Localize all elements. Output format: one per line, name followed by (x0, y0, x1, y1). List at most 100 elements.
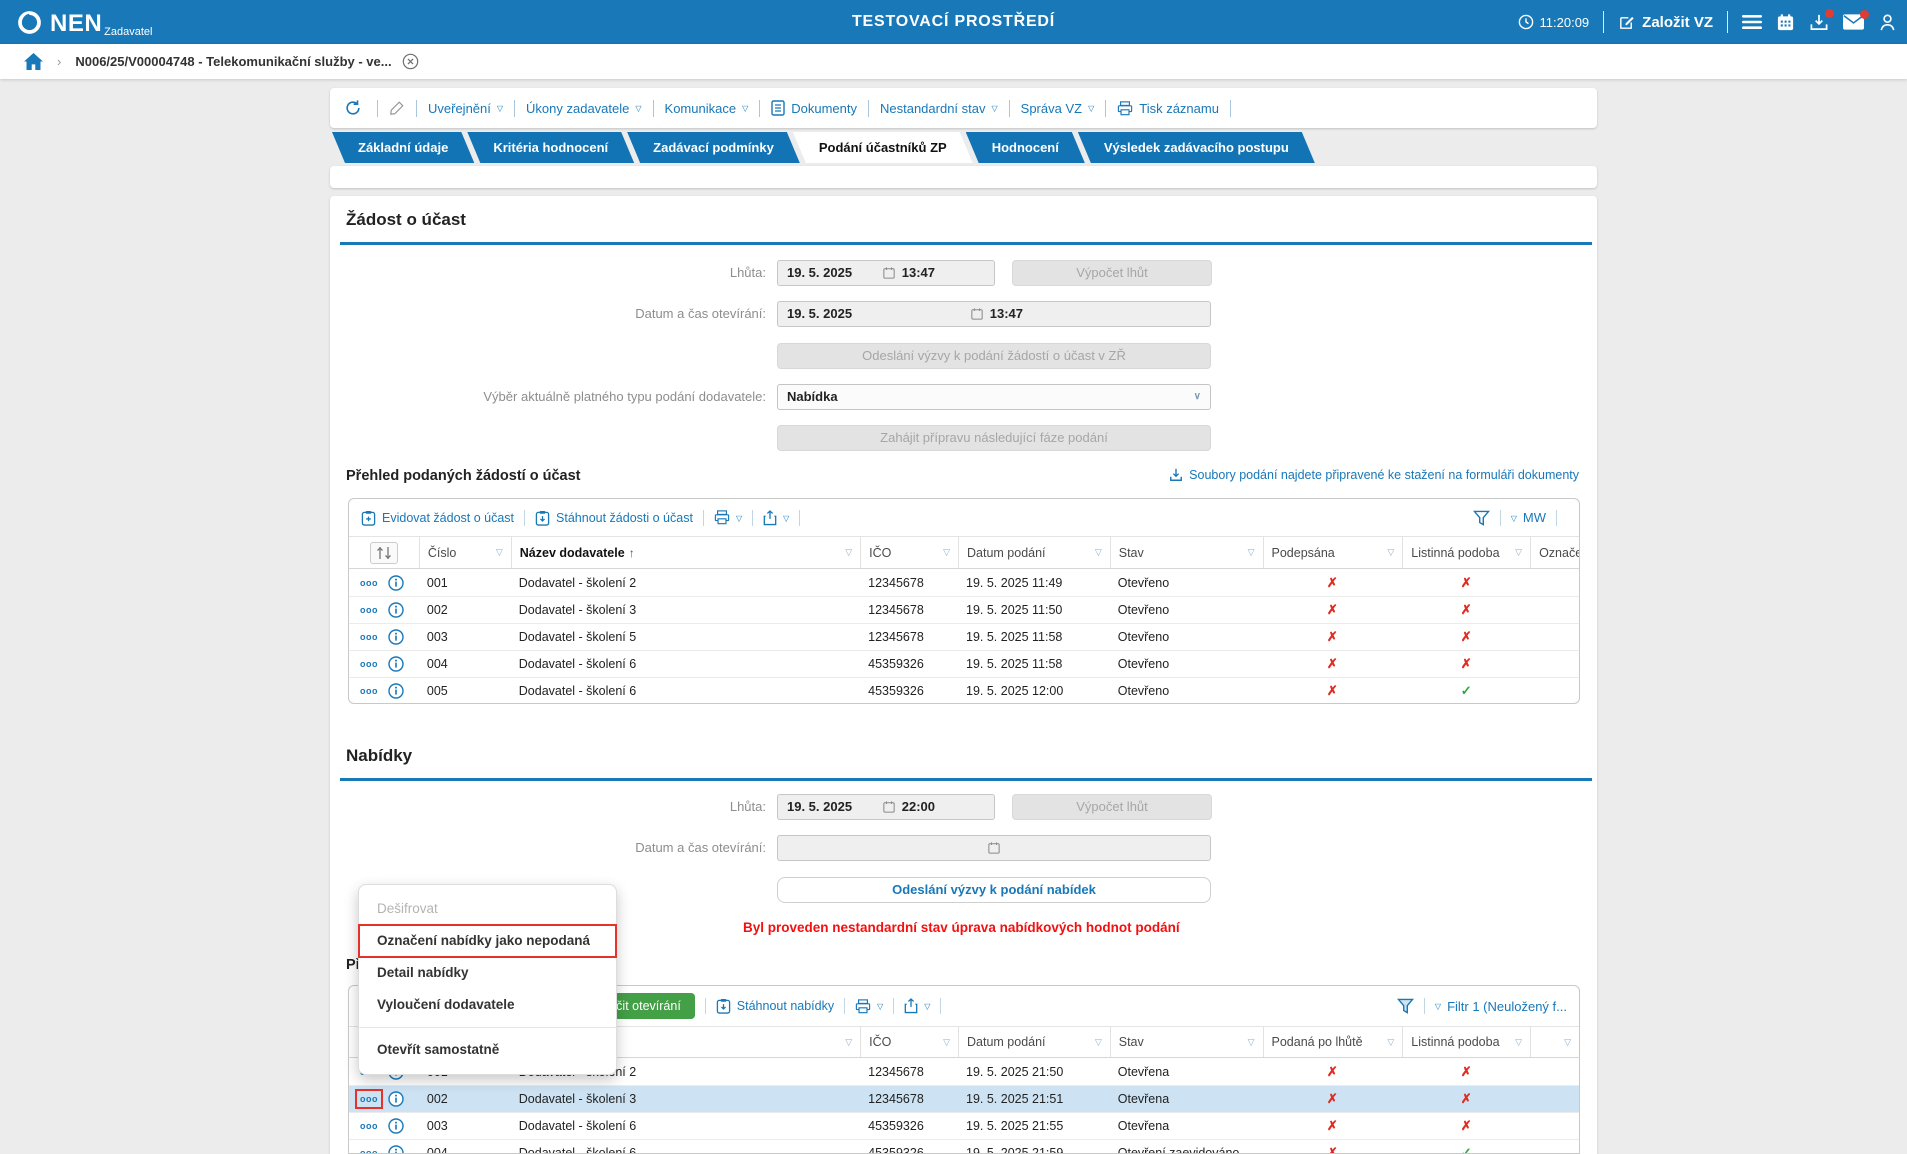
export-table-button[interactable]: ▽ (904, 998, 930, 1014)
table-row[interactable]: ooo001Dodavatel - školení 21234567819. 5… (349, 569, 1579, 596)
stahnout-zadosti-button[interactable]: Stáhnout žádosti o účast (535, 510, 693, 526)
column-header-1[interactable]: Číslo▽ (419, 537, 511, 568)
filter-selector[interactable]: ▽ Filtr 1 (Neuložený f... (1435, 999, 1567, 1014)
column-header-8[interactable]: Označe▽ (1530, 537, 1579, 568)
refresh-icon[interactable] (344, 99, 362, 117)
column-filter-icon[interactable]: ▽ (937, 1037, 950, 1048)
column-header-5[interactable]: Stav▽ (1110, 1027, 1263, 1057)
column-filter-icon[interactable]: ▽ (1509, 1037, 1522, 1048)
tab-0[interactable]: Základní údaje (332, 132, 474, 163)
column-header-6[interactable]: Podaná po lhůtě▽ (1263, 1027, 1403, 1057)
row-menu-icon[interactable]: ooo (357, 575, 381, 591)
vypocet-lhut-button[interactable]: Výpočet lhůt (1012, 794, 1212, 820)
column-header-8[interactable]: ▽ (1530, 1027, 1579, 1057)
table-row[interactable]: ooo003Dodavatel - školení 51234567819. 5… (349, 623, 1579, 650)
menu-icon[interactable] (1742, 14, 1762, 30)
oteviranni-datetime-input[interactable]: 19. 5. 2025 13:47 (777, 301, 1211, 327)
column-header-7[interactable]: Listinná podoba▽ (1402, 537, 1530, 568)
row-info-icon[interactable] (388, 629, 404, 645)
tab-2[interactable]: Zadávací podmínky (627, 132, 800, 163)
nabidky-oteviranni-input[interactable] (777, 835, 1211, 861)
calendar-small-icon[interactable] (883, 267, 895, 279)
column-filter-icon[interactable]: ▽ (1242, 1037, 1255, 1048)
zahajit-pripravu-button[interactable]: Zahájit přípravu následující fáze podání (777, 425, 1211, 451)
column-filter-icon[interactable]: ▽ (1089, 1037, 1102, 1048)
user-profile-icon[interactable] (1878, 13, 1897, 32)
vypocet-lhut-button[interactable]: Výpočet lhůt (1012, 260, 1212, 286)
calendar-icon[interactable] (1776, 13, 1795, 32)
column-header-4[interactable]: Datum podání▽ (958, 537, 1110, 568)
nabidky-lhuta-datetime-input[interactable]: 19. 5. 2025 22:00 (777, 794, 995, 820)
row-menu-icon[interactable]: ooo (357, 629, 381, 645)
table-row[interactable]: ooo002Dodavatel - školení 31234567819. 5… (349, 596, 1579, 623)
row-menu-icon[interactable]: ooo (357, 683, 381, 699)
toolbar-item-uverejneni[interactable]: Uveřejnění▽ (428, 101, 503, 116)
row-info-icon[interactable] (388, 1091, 404, 1107)
toolbar-item-nestandardni-stav[interactable]: Nestandardní stav▽ (880, 101, 998, 116)
tab-3[interactable]: Podání účastníků ZP (793, 132, 973, 163)
column-filter-icon[interactable]: ▽ (1381, 547, 1394, 558)
table-row[interactable]: ooo004Dodavatel - školení 64535932619. 5… (349, 1139, 1579, 1154)
context-menu-item-4[interactable]: Otevřít samostatně (359, 1034, 616, 1066)
create-vz-button[interactable]: Založit VZ (1618, 14, 1713, 31)
column-filter-icon[interactable]: ▽ (1558, 1037, 1571, 1048)
pencil-icon[interactable] (389, 100, 405, 116)
calendar-small-icon[interactable] (971, 308, 983, 320)
print-table-button[interactable]: ▽ (714, 510, 742, 525)
table-row[interactable]: ooo005Dodavatel - školení 64535932619. 5… (349, 677, 1579, 704)
row-info-icon[interactable] (388, 1145, 404, 1154)
home-icon[interactable] (24, 53, 43, 70)
table-row[interactable]: ooo004Dodavatel - školení 64535932619. 5… (349, 650, 1579, 677)
row-menu-icon[interactable]: ooo (357, 1091, 381, 1107)
typ-podani-select[interactable]: Nabídka ∨ (777, 384, 1211, 410)
toolbar-item-komunikace[interactable]: Komunikace▽ (665, 101, 749, 116)
table-row[interactable]: ooo003Dodavatel - školení 64535932619. 5… (349, 1112, 1579, 1139)
column-header-3[interactable]: IČO▽ (860, 537, 958, 568)
tab-1[interactable]: Kritéria hodnocení (467, 132, 634, 163)
row-info-icon[interactable] (388, 683, 404, 699)
filter-funnel-icon[interactable] (1397, 998, 1414, 1014)
odeslani-vyzvy-nabidek-button[interactable]: Odeslání výzvy k podání nabídek (777, 877, 1211, 903)
column-filter-icon[interactable]: ▽ (839, 547, 852, 558)
column-filter-icon[interactable]: ▽ (1242, 547, 1255, 558)
row-menu-icon[interactable]: ooo (357, 602, 381, 618)
row-info-icon[interactable] (388, 575, 404, 591)
column-filter-icon[interactable]: ▽ (1089, 547, 1102, 558)
column-settings-icon[interactable] (349, 537, 419, 568)
row-menu-icon[interactable]: ooo (357, 1145, 381, 1154)
breadcrumb-item[interactable]: N006/25/V00004748 - Telekomunikační služ… (75, 54, 391, 69)
calendar-small-icon[interactable] (883, 801, 895, 813)
print-table-button[interactable]: ▽ (855, 999, 883, 1014)
row-info-icon[interactable] (388, 656, 404, 672)
column-header-2[interactable]: Název dodavatele↑▽ (511, 537, 860, 568)
row-info-icon[interactable] (388, 1118, 404, 1134)
context-menu-item-3[interactable]: Vyloučení dodavatele (359, 989, 616, 1021)
row-info-icon[interactable] (388, 602, 404, 618)
context-menu-item-0[interactable]: Dešifrovat (359, 893, 616, 925)
close-record-icon[interactable] (402, 53, 419, 70)
view-selector[interactable]: ▽ MW (1511, 510, 1546, 525)
column-filter-icon[interactable]: ▽ (1381, 1037, 1394, 1048)
messages-icon[interactable] (1843, 14, 1864, 30)
column-header-3[interactable]: IČO▽ (860, 1027, 958, 1057)
toolbar-item-dokumenty[interactable]: Dokumenty (771, 100, 857, 116)
toolbar-item-tisk-zaznamu[interactable]: Tisk záznamu (1117, 101, 1219, 116)
row-menu-icon[interactable]: ooo (357, 656, 381, 672)
filter-funnel-icon[interactable] (1473, 510, 1490, 526)
column-filter-icon[interactable]: ▽ (937, 547, 950, 558)
column-filter-icon[interactable]: ▽ (839, 1037, 852, 1048)
context-menu-item-1[interactable]: Označení nabídky jako nepodaná (359, 925, 616, 957)
odeslani-vyzvy-zadosti-button[interactable]: Odeslání výzvy k podání žádostí o účast … (777, 343, 1211, 369)
export-table-button[interactable]: ▽ (763, 510, 789, 526)
column-header-4[interactable]: Datum podání▽ (958, 1027, 1110, 1057)
toolbar-item-sprava-vz[interactable]: Správa VZ▽ (1021, 101, 1095, 116)
lhuta-datetime-input[interactable]: 19. 5. 2025 13:47 (777, 260, 995, 286)
calendar-small-icon[interactable] (988, 842, 1000, 854)
inbox-download-icon[interactable] (1809, 13, 1829, 32)
stahnout-nabidky-button[interactable]: Stáhnout nabídky (716, 998, 834, 1014)
column-header-6[interactable]: Podepsána▽ (1263, 537, 1403, 568)
tab-4[interactable]: Hodnocení (966, 132, 1085, 163)
column-header-5[interactable]: Stav▽ (1110, 537, 1263, 568)
toolbar-item-ukony-zadavatele[interactable]: Úkony zadavatele▽ (526, 101, 642, 116)
row-menu-icon[interactable]: ooo (357, 1118, 381, 1134)
